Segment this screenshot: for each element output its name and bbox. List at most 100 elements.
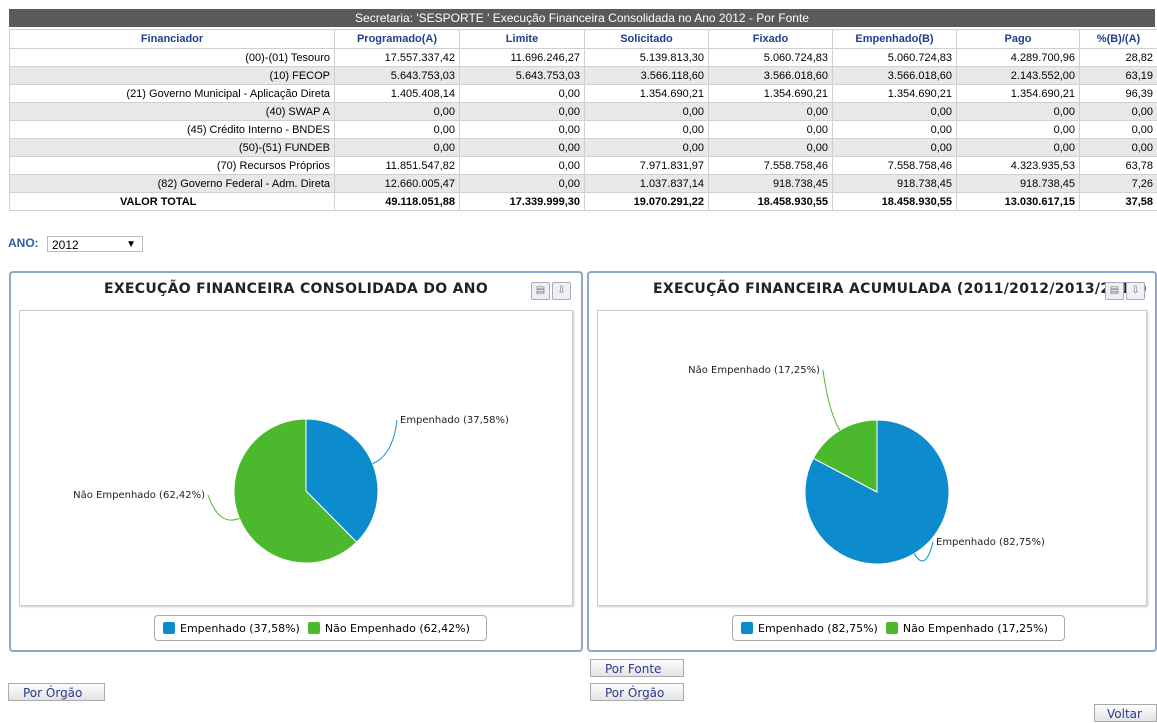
column-header: Limite: [460, 30, 585, 49]
value-cell: 0,00: [833, 121, 957, 139]
value-cell: 63,78: [1080, 157, 1157, 175]
value-cell: 0,00: [957, 103, 1080, 121]
pie-slice-label: Empenhado (82,75%): [936, 537, 1045, 548]
financiador-cell: (45) Crédito Interno - BNDES: [10, 121, 335, 139]
total-label: VALOR TOTAL: [10, 193, 335, 211]
voltar-button[interactable]: Voltar: [1094, 704, 1157, 722]
column-header: %(B)/(A): [1080, 30, 1157, 49]
legend-item[interactable]: Empenhado (82,75%): [741, 622, 878, 635]
value-cell: 5.060.724,83: [709, 49, 833, 67]
table-row: (50)-(51) FUNDEB0,000,000,000,000,000,00…: [10, 139, 1157, 157]
column-header: Fixado: [709, 30, 833, 49]
pie-chart-accumulated: Empenhado (82,75%) Não Empenhado (17,25%): [597, 310, 1147, 606]
value-cell: 7.971.831,97: [585, 157, 709, 175]
legend-label: Não Empenhado (17,25%): [903, 622, 1048, 635]
value-cell: 0,00: [460, 157, 585, 175]
table-row: (00)-(01) Tesouro17.557.337,4211.696.246…: [10, 49, 1157, 67]
value-cell: 0,00: [460, 103, 585, 121]
financiador-cell: (21) Governo Municipal - Aplicação Diret…: [10, 85, 335, 103]
total-row: VALOR TOTAL49.118.051,8817.339.999,3019.…: [10, 193, 1157, 211]
value-cell: 5.643.753,03: [460, 67, 585, 85]
value-cell: 0,00: [335, 139, 460, 157]
column-header: Solicitado: [585, 30, 709, 49]
value-cell: 918.738,45: [957, 175, 1080, 193]
value-cell: 4.289.700,96: [957, 49, 1080, 67]
total-value: 49.118.051,88: [335, 193, 460, 211]
total-value: 13.030.617,15: [957, 193, 1080, 211]
financiador-cell: (82) Governo Federal - Adm. Direta: [10, 175, 335, 193]
value-cell: 0,00: [833, 139, 957, 157]
total-value: 17.339.999,30: [460, 193, 585, 211]
table-row: (45) Crédito Interno - BNDES0,000,000,00…: [10, 121, 1157, 139]
download-icon[interactable]: ⇩: [552, 282, 571, 300]
pie-slice-label: Não Empenhado (62,42%): [73, 490, 205, 501]
value-cell: 0,00: [957, 121, 1080, 139]
legend-item[interactable]: Não Empenhado (17,25%): [886, 622, 1048, 635]
value-cell: 0,00: [709, 139, 833, 157]
por-orgao-button[interactable]: Por Órgão: [590, 683, 684, 701]
value-cell: 0,00: [957, 139, 1080, 157]
value-cell: 11.851.547,82: [335, 157, 460, 175]
total-value: 18.458.930,55: [709, 193, 833, 211]
pie-slice-label: Não Empenhado (17,25%): [688, 365, 820, 376]
panel-title: EXECUÇÃO FINANCEIRA CONSOLIDADA DO ANO: [11, 281, 581, 297]
legend-swatch: [163, 622, 175, 634]
panel-consolidated: EXECUÇÃO FINANCEIRA CONSOLIDADA DO ANO ▤…: [9, 271, 583, 652]
financiador-cell: (00)-(01) Tesouro: [10, 49, 335, 67]
download-icon[interactable]: ⇩: [1126, 282, 1145, 300]
table-row: (70) Recursos Próprios11.851.547,820,007…: [10, 157, 1157, 175]
value-cell: 0,00: [833, 103, 957, 121]
value-cell: 1.354.690,21: [585, 85, 709, 103]
value-cell: 7.558.758,46: [709, 157, 833, 175]
column-header: Programado(A): [335, 30, 460, 49]
financiador-cell: (10) FECOP: [10, 67, 335, 85]
legend-label: Empenhado (82,75%): [758, 622, 878, 635]
por-fonte-button[interactable]: Por Fonte: [590, 659, 684, 677]
legend-item[interactable]: Empenhado (37,58%): [163, 622, 300, 635]
value-cell: 3.566.018,60: [833, 67, 957, 85]
value-cell: 0,00: [1080, 121, 1157, 139]
pie-chart-svg: Empenhado (37,58%) Não Empenhado (62,42%): [20, 311, 576, 605]
value-cell: 0,00: [460, 85, 585, 103]
label-connector: [373, 420, 397, 464]
value-cell: 3.566.118,60: [585, 67, 709, 85]
value-cell: 4.323.935,53: [957, 157, 1080, 175]
value-cell: 0,00: [709, 103, 833, 121]
column-header: Empenhado(B): [833, 30, 957, 49]
value-cell: 918.738,45: [709, 175, 833, 193]
panel-title: EXECUÇÃO FINANCEIRA ACUMULADA (2011/2012…: [653, 281, 1157, 297]
ano-select[interactable]: 2012 ▼: [47, 236, 143, 252]
value-cell: 1.354.690,21: [833, 85, 957, 103]
ano-selected-value: 2012: [52, 238, 79, 252]
value-cell: 0,00: [585, 139, 709, 157]
financiador-cell: (40) SWAP A: [10, 103, 335, 121]
financial-table: FinanciadorProgramado(A)LimiteSolicitado…: [9, 29, 1157, 211]
financiador-cell: (50)-(51) FUNDEB: [10, 139, 335, 157]
value-cell: 5.643.753,03: [335, 67, 460, 85]
value-cell: 0,00: [585, 103, 709, 121]
legend-swatch: [741, 622, 753, 634]
value-cell: 0,00: [1080, 139, 1157, 157]
pie-slice-label: Empenhado (37,58%): [400, 415, 509, 426]
pie-chart-consolidated: Empenhado (37,58%) Não Empenhado (62,42%): [19, 310, 573, 606]
financiador-cell: (70) Recursos Próprios: [10, 157, 335, 175]
value-cell: 17.557.337,42: [335, 49, 460, 67]
value-cell: 5.139.813,30: [585, 49, 709, 67]
value-cell: 7,26: [1080, 175, 1157, 193]
legend-swatch: [886, 622, 898, 634]
pie-chart-svg: Empenhado (82,75%) Não Empenhado (17,25%): [598, 311, 1150, 605]
value-cell: 0,00: [460, 121, 585, 139]
table-row: (82) Governo Federal - Adm. Direta12.660…: [10, 175, 1157, 193]
legend-item[interactable]: Não Empenhado (62,42%): [308, 622, 470, 635]
chart-legend: Empenhado (82,75%) Não Empenhado (17,25%…: [732, 615, 1065, 641]
chevron-down-icon: ▼: [126, 237, 136, 253]
total-value: 18.458.930,55: [833, 193, 957, 211]
por-orgao-left-button[interactable]: Por Órgão: [8, 683, 105, 701]
print-icon[interactable]: ▤: [531, 282, 550, 300]
value-cell: 11.696.246,27: [460, 49, 585, 67]
print-icon[interactable]: ▤: [1105, 282, 1124, 300]
value-cell: 0,00: [335, 121, 460, 139]
value-cell: 0,00: [460, 139, 585, 157]
table-row: (40) SWAP A0,000,000,000,000,000,000,00: [10, 103, 1157, 121]
value-cell: 3.566.018,60: [709, 67, 833, 85]
